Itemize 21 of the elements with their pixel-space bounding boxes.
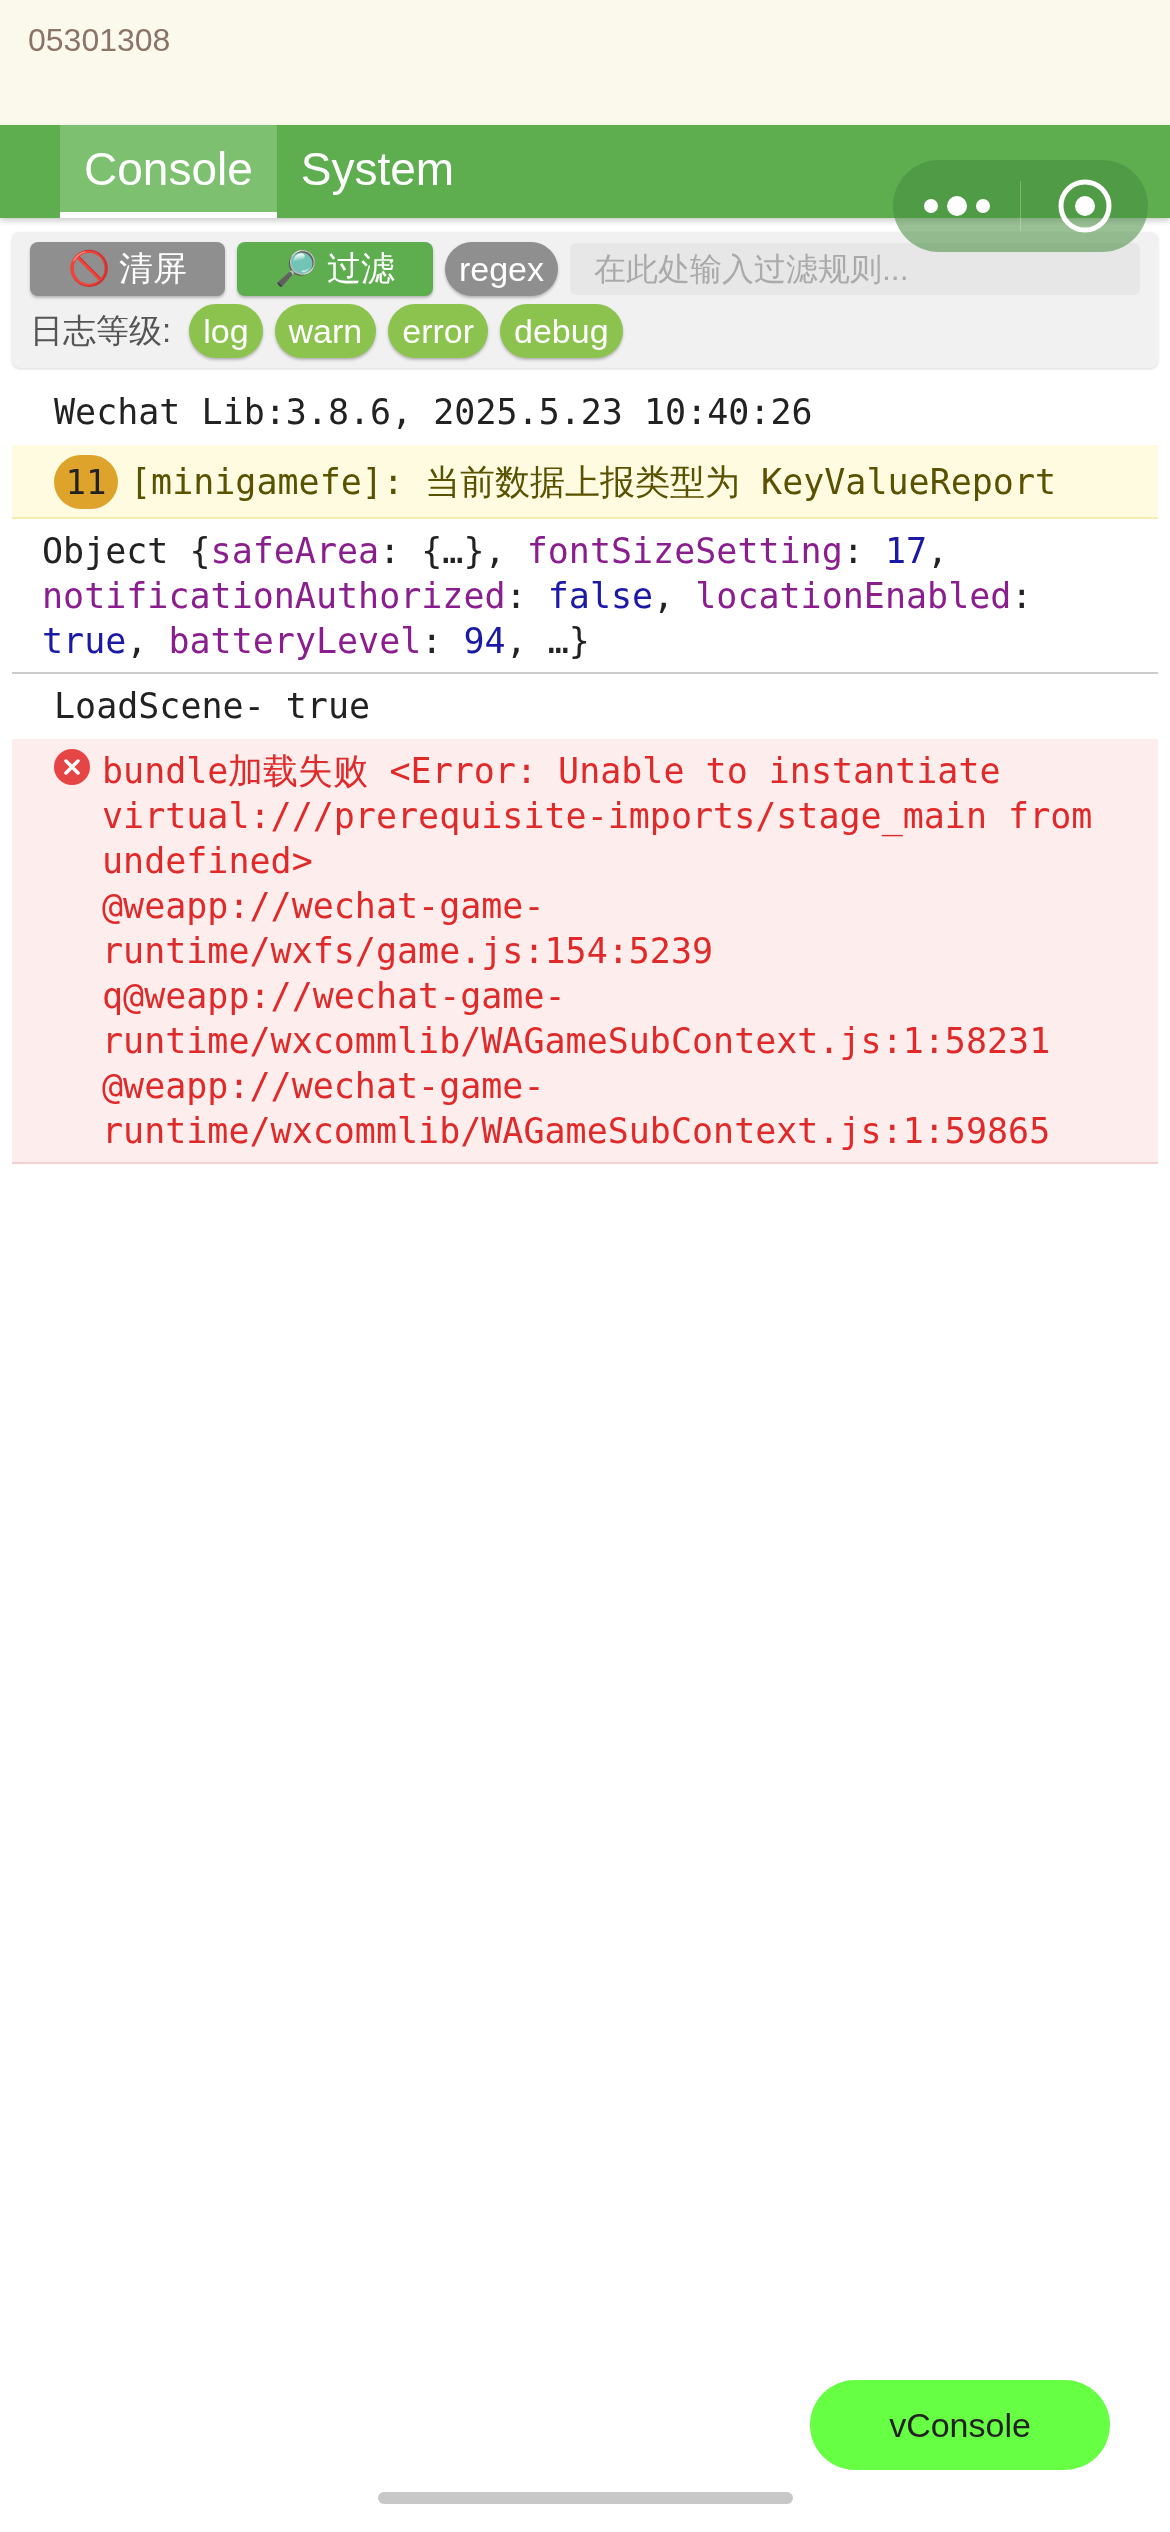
log-level-label: 日志等级: bbox=[30, 310, 172, 351]
close-icon[interactable] bbox=[1056, 178, 1113, 234]
log-level-button[interactable]: log bbox=[189, 304, 263, 358]
log-message: [minigamefe]: 当前数据上报类型为 KeyValueReport bbox=[130, 460, 1057, 504]
log-message: Object {safeArea: {…}, fontSizeSetting: 17, notificationAuthorized: false, locationEnabled: true, batteryLevel: 94, …} bbox=[42, 530, 1034, 663]
log-message: LoadScene- true bbox=[54, 685, 371, 728]
filter-button[interactable]: 🔎 过滤 bbox=[237, 242, 433, 296]
tab[interactable]: System bbox=[276, 125, 479, 218]
log-message: bundle加载失败 <Error: Unable to instantiate virtual:///prerequisite-imports/stage_main from undefined> @weapp://wechat-game- runtime/wxfs/game.js:154:5239 q@weapp://wechat-game- runtime/wxcommlib/WAGameSubContext.js:1:58231 @weapp://wechat-game- runtime/wxcommlib/WAGameSubContext.js:1:59865 bbox=[102, 750, 1093, 1153]
log-level-button[interactable]: debug bbox=[500, 304, 623, 358]
tab[interactable]: Console bbox=[60, 125, 277, 218]
log-level-button[interactable]: warn bbox=[274, 304, 377, 358]
error-icon bbox=[54, 749, 90, 785]
vconsole-button[interactable]: vConsole bbox=[810, 2380, 1110, 2470]
log-message: Wechat Lib:3.8.6, 2025.5.23 10:40:26 bbox=[54, 391, 813, 434]
clear-button[interactable]: 🚫 清屏 bbox=[30, 242, 226, 296]
header-label: 05301308 bbox=[28, 22, 171, 58]
repeat-count-badge: 11 bbox=[54, 455, 118, 509]
regex-button[interactable]: regex bbox=[444, 242, 558, 296]
log-level-button[interactable]: error bbox=[388, 304, 489, 358]
filter-field[interactable]: 在此处输入过滤规则... bbox=[569, 243, 1140, 295]
